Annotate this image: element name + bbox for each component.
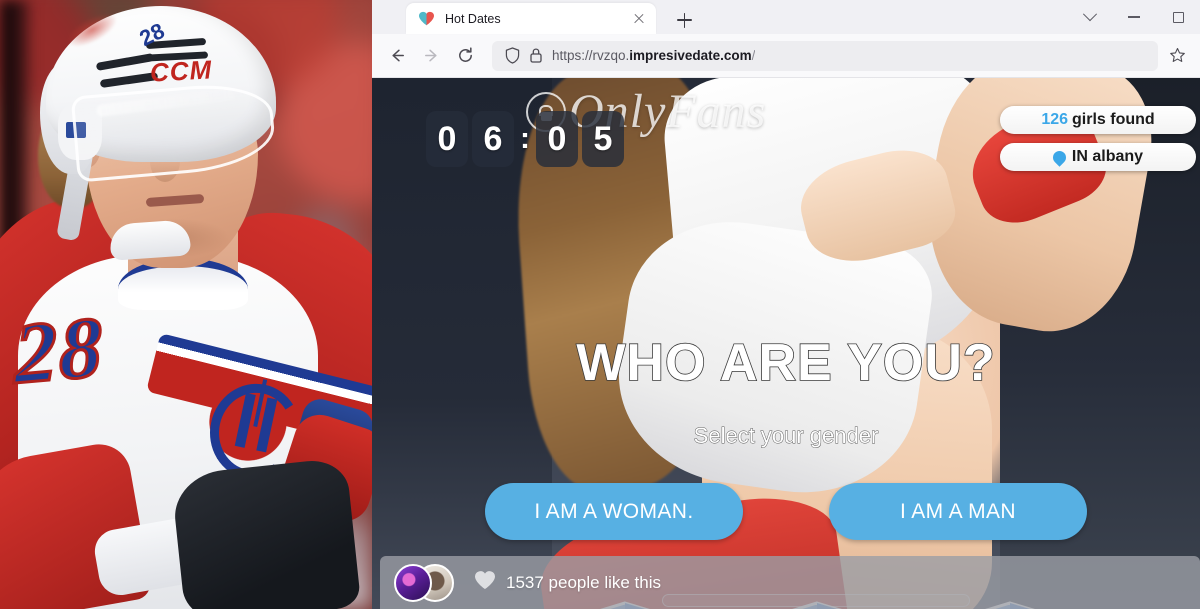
url-text: https://rvzqo.impresivedate.com/ <box>552 48 755 63</box>
gender-selection: I AM A WOMAN. I AM A MAN <box>372 483 1200 540</box>
page-subtitle: Select your gender <box>693 423 879 449</box>
maximize-button[interactable] <box>1156 0 1200 34</box>
maximize-icon <box>1172 11 1184 23</box>
i-am-a-woman-button[interactable]: I AM A WOMAN. <box>485 483 743 540</box>
bookmark-button[interactable] <box>1162 41 1192 71</box>
minimize-icon <box>1128 16 1140 18</box>
close-icon[interactable] <box>630 10 648 28</box>
new-tab-button[interactable] <box>670 6 698 34</box>
location-pin-icon <box>1050 147 1069 167</box>
avatar <box>394 563 432 602</box>
tab-title: Hot Dates <box>445 11 501 26</box>
girls-found-badge: 126 girls found <box>1000 106 1196 134</box>
hockey-player-photo: 28 28 CCM <box>0 0 372 609</box>
forward-arrow-icon <box>424 49 437 62</box>
hockey-glove <box>170 457 362 609</box>
player-figure: 28 28 CCM <box>0 0 372 609</box>
url-path: / <box>751 48 756 63</box>
back-arrow-icon <box>391 49 404 62</box>
countdown-separator: : <box>520 122 530 155</box>
girls-found-label: girls found <box>1072 111 1155 128</box>
jersey-number: 28 <box>12 296 106 403</box>
shield-icon[interactable] <box>500 46 524 66</box>
address-bar[interactable]: https://rvzqo.impresivedate.com/ <box>492 40 1158 71</box>
countdown-digit: 0 <box>536 111 578 167</box>
star-icon <box>1169 47 1185 63</box>
i-am-a-man-button[interactable]: I AM A MAN <box>829 483 1087 540</box>
url-domain: impresivedate.com <box>629 48 752 63</box>
countdown-digit: 0 <box>426 111 468 167</box>
navigation-toolbar: https://rvzqo.impresivedate.com/ <box>372 34 1200 78</box>
lock-icon[interactable] <box>524 46 548 66</box>
info-badges: 126 girls found IN albany <box>1000 106 1196 171</box>
heart-icon <box>418 11 435 26</box>
back-button[interactable] <box>380 39 414 73</box>
browser-window: Hot Dates https://rvzqo.impresivedate.co… <box>372 0 1200 609</box>
window-controls <box>1068 0 1200 34</box>
girls-found-count: 126 <box>1041 111 1069 128</box>
browser-tab-hot-dates[interactable]: Hot Dates <box>406 3 656 34</box>
location-label: IN albany <box>1071 148 1144 165</box>
url-scheme: https:// <box>552 48 593 63</box>
helmet-brand-logo: CCM <box>149 54 213 88</box>
page-title: WHO ARE YOU? <box>576 333 996 393</box>
reload-button[interactable] <box>448 39 482 73</box>
heart-icon <box>474 570 496 595</box>
reload-icon <box>458 47 472 62</box>
minimize-button[interactable] <box>1112 0 1156 34</box>
url-subdomain: rvzqo. <box>592 48 630 63</box>
forward-button[interactable] <box>414 39 448 73</box>
social-proof-bar: 1537 people like this <box>380 556 1200 609</box>
countdown-digit: 6 <box>472 111 514 167</box>
chevron-down-icon <box>1082 7 1098 22</box>
avatar-group <box>394 563 456 602</box>
location-badge: IN albany <box>1000 143 1196 171</box>
page-content: OnlyFans 0 6 : 0 5 126 girls found IN al… <box>372 78 1200 609</box>
countdown-timer: 0 6 : 0 5 <box>426 111 624 167</box>
screenshot-root: 28 28 CCM Hot Dates https://rvzqo.impres… <box>0 0 1200 609</box>
list-all-tabs-button[interactable] <box>1068 0 1112 34</box>
tab-strip: Hot Dates <box>372 0 1200 34</box>
countdown-digit: 5 <box>582 111 624 167</box>
like-count-text: 1537 people like this <box>506 572 662 592</box>
